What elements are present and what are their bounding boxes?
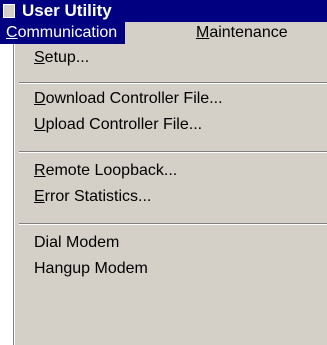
- menu-mnemonic: M: [196, 24, 210, 41]
- label-rest: ownload Controller File...: [45, 90, 223, 107]
- menu-item-error-statistics[interactable]: Error Statistics...: [34, 184, 151, 210]
- menu-mnemonic: C: [6, 24, 18, 41]
- menu-item-hangup-modem[interactable]: Hangup Modem: [34, 256, 148, 282]
- menu-item-upload-controller-file[interactable]: Upload Controller File...: [34, 112, 202, 138]
- label-rest: emote Loopback...: [45, 162, 178, 179]
- menu-item-setup[interactable]: Setup...: [34, 45, 89, 71]
- menu-bar: Communication Maintenance: [0, 22, 327, 44]
- menu-separator: [19, 151, 327, 153]
- menu-item-dial-modem[interactable]: Dial Modem: [34, 230, 119, 256]
- menu-label-rest: ommunication: [17, 24, 118, 41]
- label-rest: etup...: [44, 49, 90, 66]
- menu-separator: [19, 82, 327, 84]
- mnemonic: D: [34, 90, 46, 107]
- menu-label-rest: aintenance: [209, 24, 288, 41]
- menu-item-download-controller-file[interactable]: Download Controller File...: [34, 86, 223, 112]
- title-bar: User Utility: [0, 0, 327, 22]
- communication-dropdown: Setup... Download Controller File... Upl…: [13, 44, 327, 345]
- menu-communication[interactable]: Communication: [0, 22, 126, 44]
- mnemonic: U: [34, 116, 46, 133]
- app-window-icon[interactable]: [3, 4, 15, 18]
- label-rest: pload Controller File...: [45, 116, 203, 133]
- mnemonic: R: [34, 162, 46, 179]
- mnemonic: S: [34, 49, 45, 66]
- mnemonic: E: [34, 188, 45, 205]
- window-title: User Utility: [22, 1, 112, 20]
- menu-separator: [19, 223, 327, 225]
- menu-maintenance[interactable]: Maintenance: [196, 22, 288, 44]
- menu-item-remote-loopback[interactable]: Remote Loopback...: [34, 158, 177, 184]
- label-rest: rror Statistics...: [44, 188, 152, 205]
